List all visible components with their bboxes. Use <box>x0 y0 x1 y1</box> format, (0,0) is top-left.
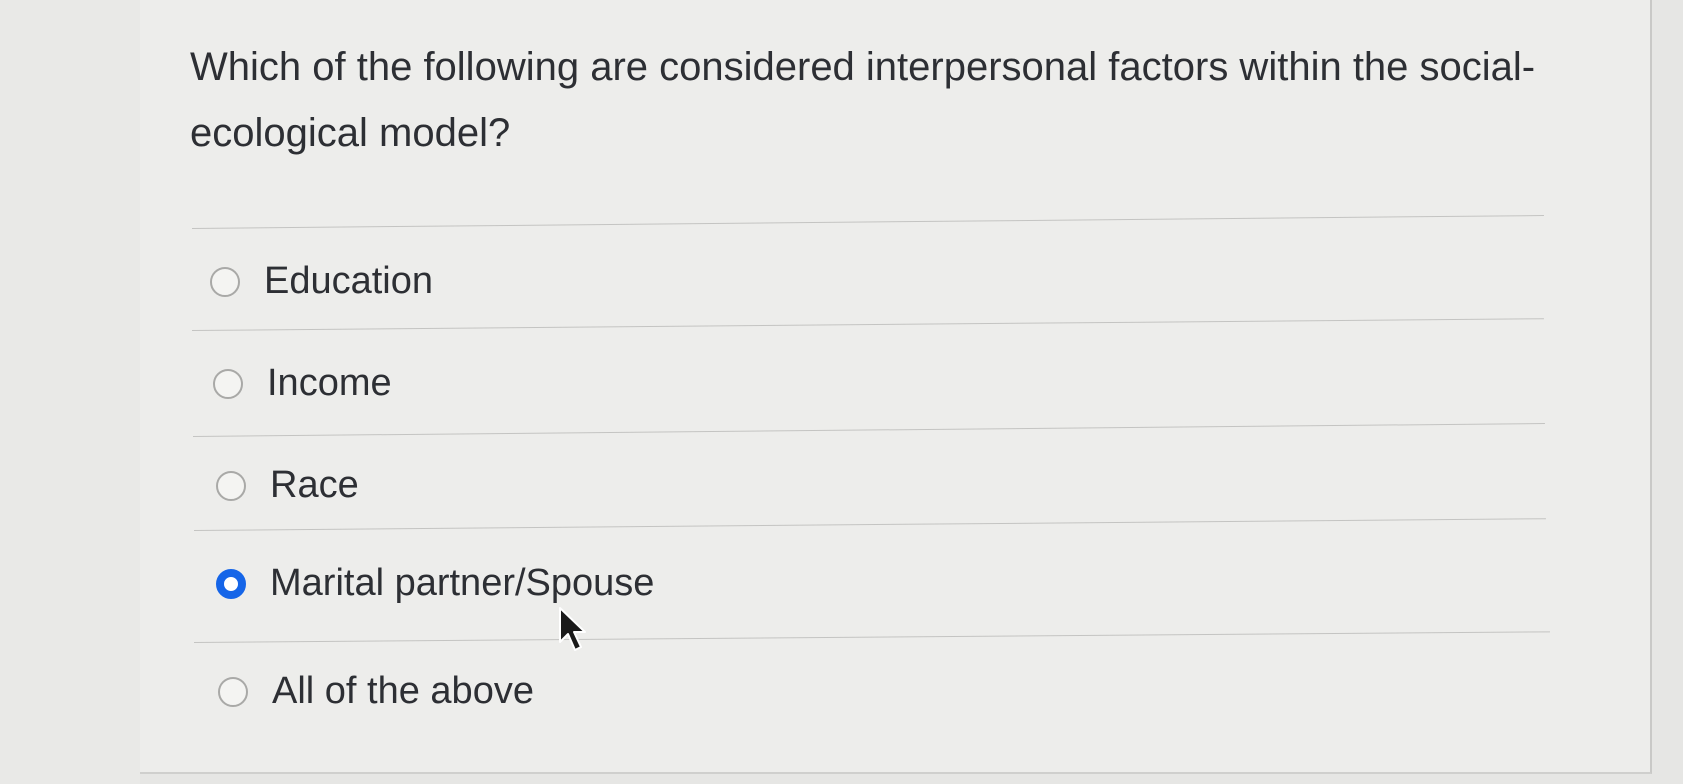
option-label: Race <box>270 464 359 506</box>
option-label: Education <box>264 260 434 302</box>
option-income[interactable]: Income <box>213 362 392 405</box>
divider <box>192 215 1544 229</box>
divider <box>194 631 1550 643</box>
option-label: All of the above <box>272 670 534 712</box>
radio-button[interactable] <box>210 266 240 297</box>
question-text: Which of the following are considered in… <box>190 45 1536 155</box>
radio-button[interactable] <box>213 368 243 399</box>
radio-button[interactable] <box>216 470 246 501</box>
page-margin <box>0 0 140 784</box>
option-marital-partner-spouse[interactable]: Marital partner/Spouse <box>216 562 654 605</box>
radio-button[interactable] <box>218 676 248 707</box>
radio-button-selected[interactable] <box>216 568 246 599</box>
divider <box>193 423 1545 437</box>
option-label: Marital partner/Spouse <box>270 562 655 604</box>
option-race[interactable]: Race <box>216 464 359 507</box>
question-card: Which of the following are considered in… <box>140 0 1652 774</box>
divider <box>192 318 1544 331</box>
option-education[interactable]: Education <box>210 260 433 303</box>
option-label: Income <box>267 362 392 404</box>
divider <box>194 518 1546 531</box>
option-all-of-the-above[interactable]: All of the above <box>218 670 534 713</box>
mouse-pointer-icon <box>559 607 586 651</box>
